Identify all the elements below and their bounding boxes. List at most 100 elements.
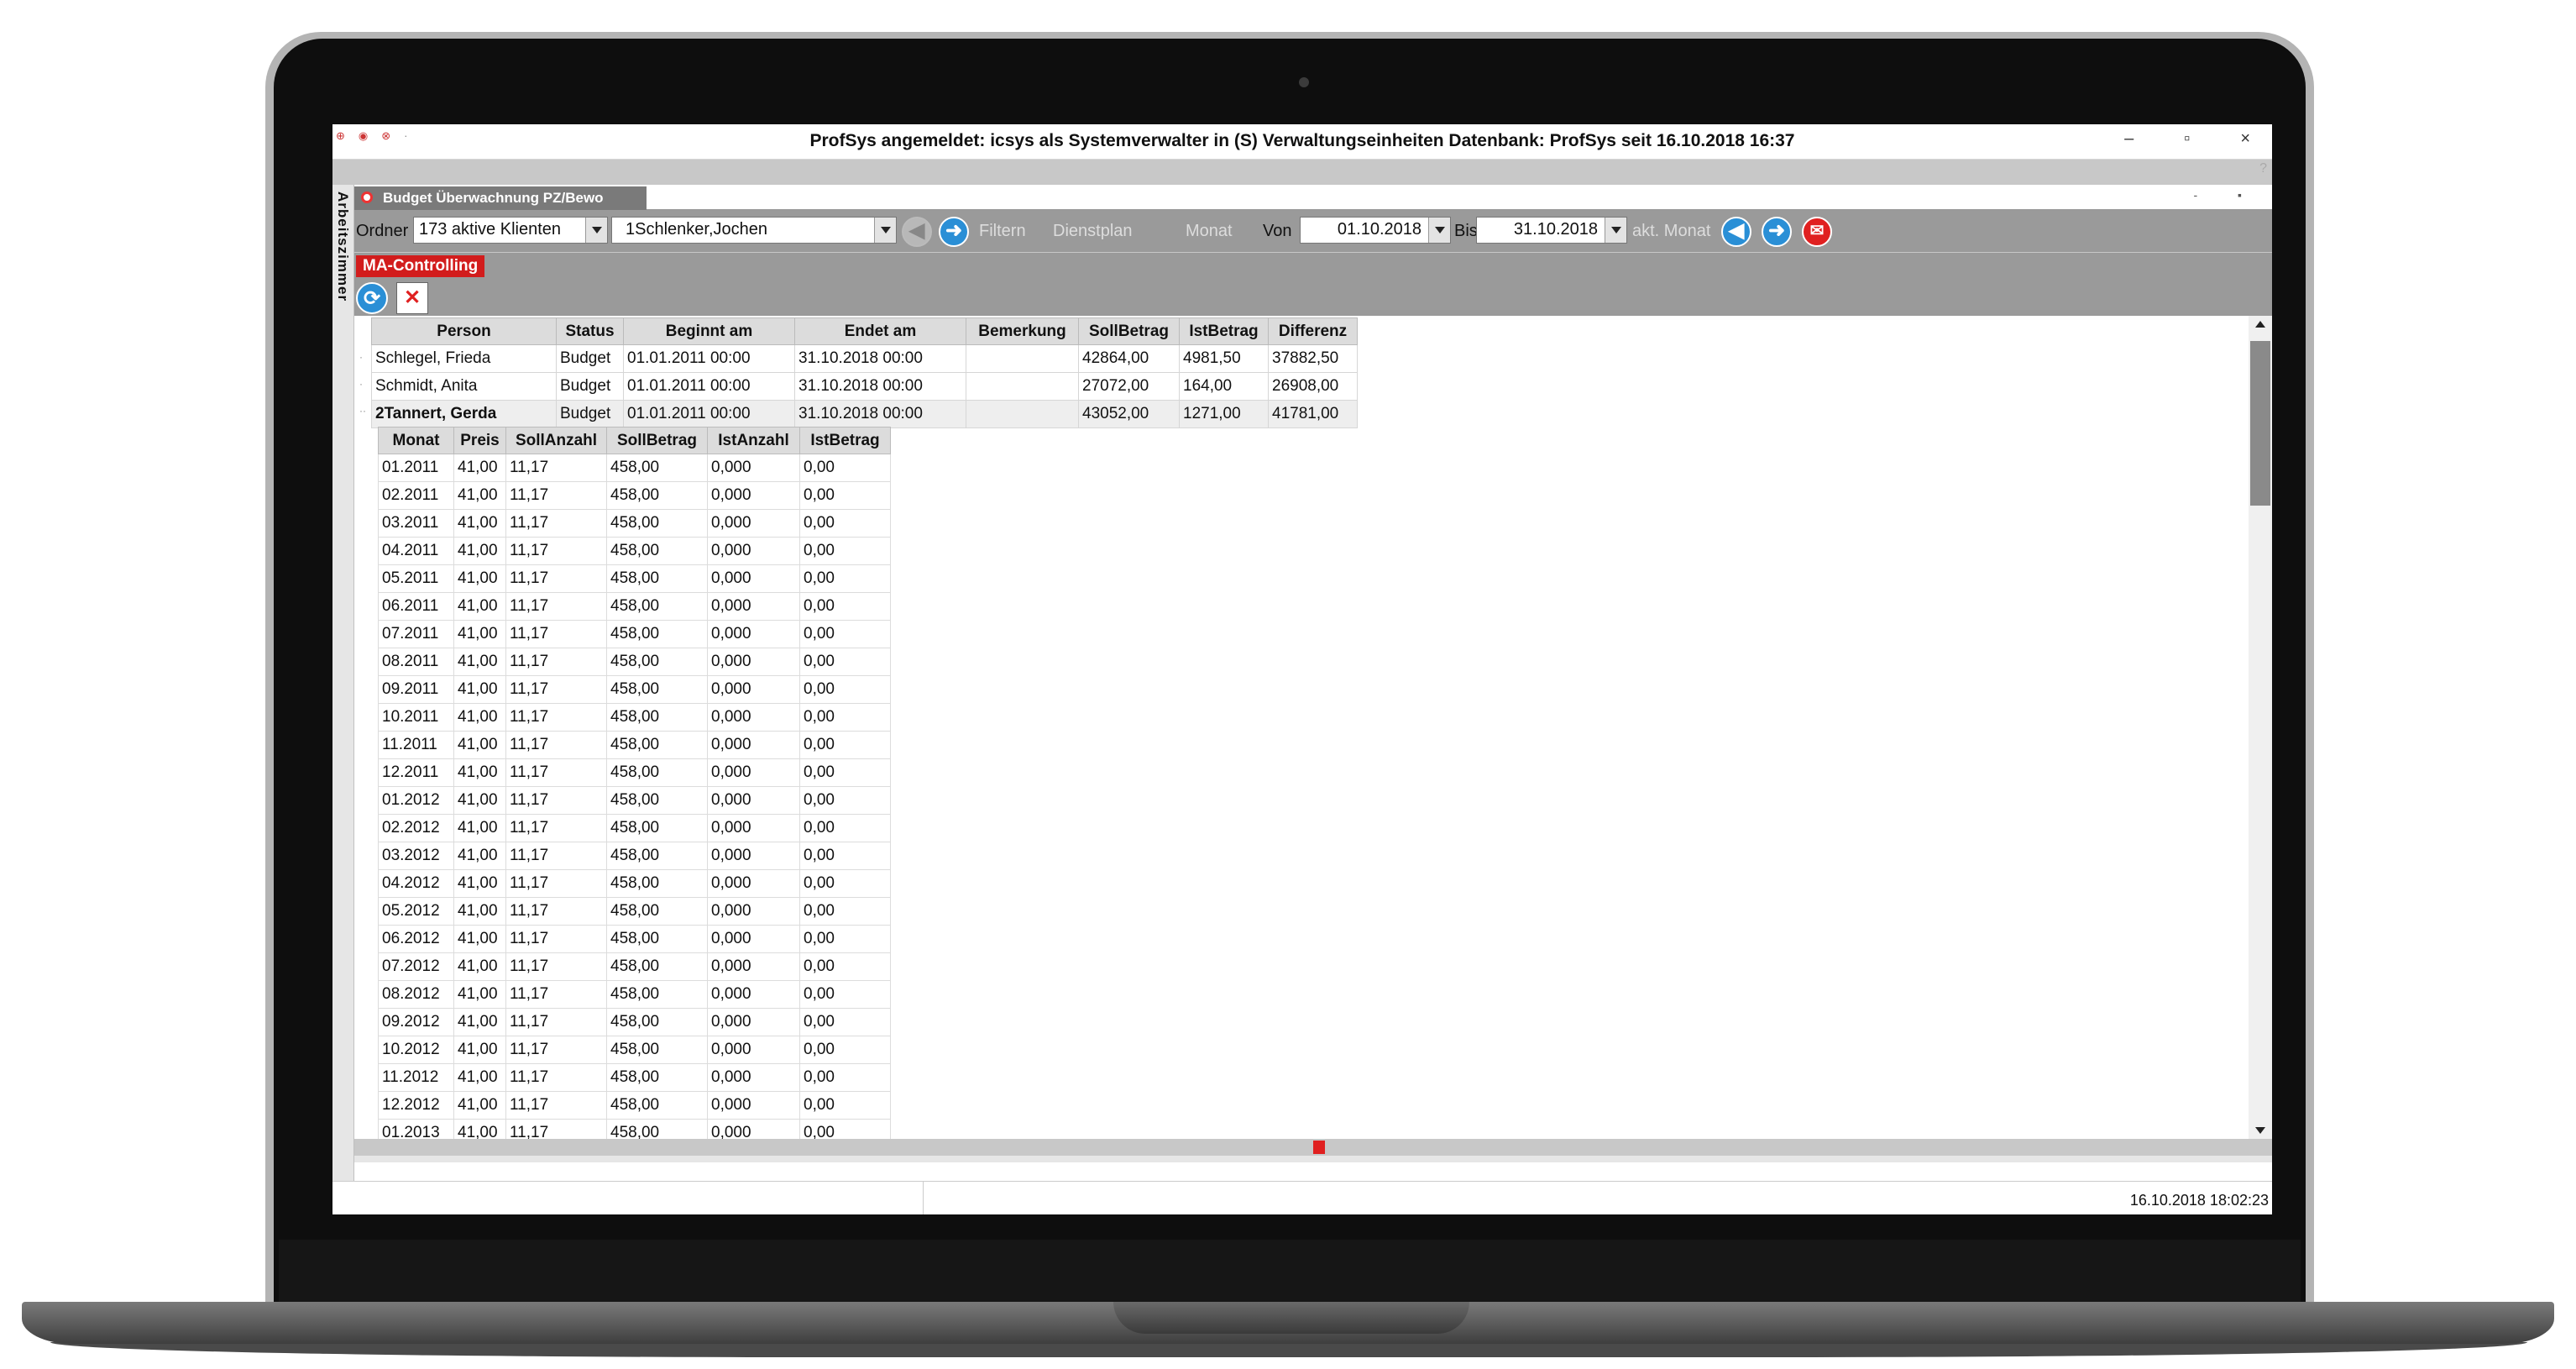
table-row[interactable]: 07.2011 41,00 11,17 458,00 0,000 0,00 [378,620,891,648]
table-row[interactable]: Schlegel, Frieda Budget 01.01.2011 00:00… [371,344,1358,373]
column-header[interactable]: IstBetrag [1179,317,1269,345]
table-row[interactable]: 05.2011 41,00 11,17 458,00 0,000 0,00 [378,564,891,593]
help-icon[interactable]: ? [2259,161,2267,176]
von-date-field[interactable]: 01.10.2018 [1300,217,1451,244]
table-cell: 06.2012 [378,925,454,953]
column-header[interactable]: Bemerkung [966,317,1079,345]
table-row[interactable]: 06.2012 41,00 11,17 458,00 0,000 0,00 [378,925,891,953]
table-row[interactable]: 09.2011 41,00 11,17 458,00 0,000 0,00 [378,675,891,704]
table-row[interactable]: 01.2012 41,00 11,17 458,00 0,000 0,00 [378,786,891,815]
table-row[interactable]: 01.2013 41,00 11,17 458,00 0,000 0,00 [378,1119,891,1139]
table-cell: 0,000 [707,564,800,593]
restore-button[interactable]: ▫ [2184,129,2190,149]
table-cell: 11,17 [505,786,607,815]
column-header[interactable]: IstBetrag [799,427,891,454]
column-header[interactable]: SollAnzahl [505,427,607,454]
chevron-down-icon[interactable] [874,218,896,243]
table-cell: 11,17 [505,703,607,732]
monat-button[interactable]: Monat [1186,222,1233,241]
arrow-right-icon[interactable]: ➜ [939,217,969,247]
table-cell: 0,00 [799,620,891,648]
arrow-left-icon[interactable]: ◀ [902,217,932,247]
tab-budget-ueberwachung[interactable]: Budget Überwachnung PZ/Bewo [354,186,647,210]
column-header[interactable]: Status [556,317,624,345]
chevron-down-icon[interactable] [1428,218,1450,243]
vertical-scrollbar[interactable] [2249,316,2272,1139]
sidebar-tab-arbeitszimmer[interactable]: Arbeitszimmer [332,185,354,1184]
table-row[interactable]: 01.2011 41,00 11,17 458,00 0,000 0,00 [378,454,891,482]
arrow-left-icon[interactable]: ◀ [1721,217,1751,247]
row-expander-icon[interactable]: · [359,351,363,363]
arrow-right-icon[interactable]: ➜ [1762,217,1792,247]
column-header[interactable]: Monat [378,427,454,454]
table-row[interactable]: 03.2011 41,00 11,17 458,00 0,000 0,00 [378,509,891,538]
table-row[interactable]: 03.2012 41,00 11,17 458,00 0,000 0,00 [378,842,891,870]
table-row[interactable]: 05.2012 41,00 11,17 458,00 0,000 0,00 [378,897,891,926]
filter-button[interactable]: Filtern [979,222,1026,241]
table-cell: 458,00 [606,620,708,648]
minimize-button[interactable]: – [2124,129,2134,149]
table-cell: 02.2012 [378,814,454,842]
refresh-icon[interactable]: ⟳ [356,282,388,314]
table-row[interactable]: 06.2011 41,00 11,17 458,00 0,000 0,00 [378,592,891,621]
table-row[interactable]: 10.2011 41,00 11,17 458,00 0,000 0,00 [378,703,891,732]
table-row[interactable]: 12.2011 41,00 11,17 458,00 0,000 0,00 [378,758,891,787]
table-cell: 458,00 [606,1036,708,1064]
row-expander-icon[interactable]: · [359,378,363,390]
table-cell: 11,17 [505,758,607,787]
column-header[interactable]: SollBetrag [1078,317,1180,345]
mail-icon[interactable]: ✉ [1802,217,1832,247]
scroll-thumb[interactable] [2250,341,2270,506]
table-cell: 164,00 [1179,372,1269,401]
person-select[interactable]: 1Schlenker,Jochen [611,217,897,244]
horizontal-splitter[interactable] [354,1139,2272,1156]
table-cell: 0,00 [799,703,891,732]
close-icon[interactable]: ✕ [396,282,428,314]
table-row[interactable]: 12.2012 41,00 11,17 458,00 0,000 0,00 [378,1091,891,1120]
table-row[interactable]: 10.2012 41,00 11,17 458,00 0,000 0,00 [378,1036,891,1064]
table-cell: 11.2012 [378,1063,454,1092]
column-header[interactable]: SollBetrag [606,427,708,454]
table-row[interactable]: 02.2011 41,00 11,17 458,00 0,000 0,00 [378,481,891,510]
ordner-select[interactable]: 173 aktive Klienten [413,217,608,244]
table-cell: 0,00 [799,786,891,815]
close-tab-icon[interactable] [361,191,373,203]
scroll-up-icon[interactable] [2255,321,2265,328]
table-row[interactable]: 09.2012 41,00 11,17 458,00 0,000 0,00 [378,1008,891,1036]
row-expander-icon[interactable]: ·· [359,405,366,417]
column-header[interactable]: Endet am [794,317,966,345]
table-row[interactable]: 08.2012 41,00 11,17 458,00 0,000 0,00 [378,980,891,1009]
table-cell: 01.2012 [378,786,454,815]
scroll-down-icon[interactable] [2255,1127,2265,1134]
column-header[interactable]: Person [371,317,557,345]
column-header[interactable]: IstAnzahl [707,427,800,454]
column-header[interactable]: Differenz [1268,317,1358,345]
table-cell: 458,00 [606,564,708,593]
table-cell: 0,00 [799,952,891,981]
table-row[interactable]: 07.2012 41,00 11,17 458,00 0,000 0,00 [378,952,891,981]
table-cell: 11,17 [505,481,607,510]
table-cell: 12.2011 [378,758,454,787]
table-row[interactable]: 04.2012 41,00 11,17 458,00 0,000 0,00 [378,869,891,898]
table-row[interactable]: 11.2011 41,00 11,17 458,00 0,000 0,00 [378,731,891,759]
chevron-down-icon[interactable] [585,218,607,243]
table-cell: 0,00 [799,758,891,787]
ma-controlling-badge[interactable]: MA-Controlling [356,255,485,277]
akt-monat-button[interactable]: akt. Monat [1632,222,1710,241]
table-row[interactable]: 11.2012 41,00 11,17 458,00 0,000 0,00 [378,1063,891,1092]
bis-date-field[interactable]: 31.10.2018 [1476,217,1627,244]
table-row[interactable]: 08.2011 41,00 11,17 458,00 0,000 0,00 [378,648,891,676]
table-cell: 0,000 [707,481,800,510]
table-row-selected[interactable]: 2Tannert, Gerda Budget 01.01.2011 00:00 … [371,400,1358,428]
table-row[interactable]: 04.2011 41,00 11,17 458,00 0,000 0,00 [378,537,891,565]
splitter-grip[interactable] [1313,1141,1325,1154]
chevron-down-icon[interactable] [1605,218,1626,243]
close-button[interactable]: × [2240,129,2250,149]
dienstplan-button[interactable]: Dienstplan [1053,222,1133,241]
column-header[interactable]: Preis [453,427,506,454]
table-row[interactable]: Schmidt, Anita Budget 01.01.2011 00:00 3… [371,372,1358,401]
table-cell: 0,000 [707,703,800,732]
table-row[interactable]: 02.2012 41,00 11,17 458,00 0,000 0,00 [378,814,891,842]
column-header[interactable]: Beginnt am [623,317,795,345]
tab-controls[interactable]: - ▪ [2193,188,2260,202]
